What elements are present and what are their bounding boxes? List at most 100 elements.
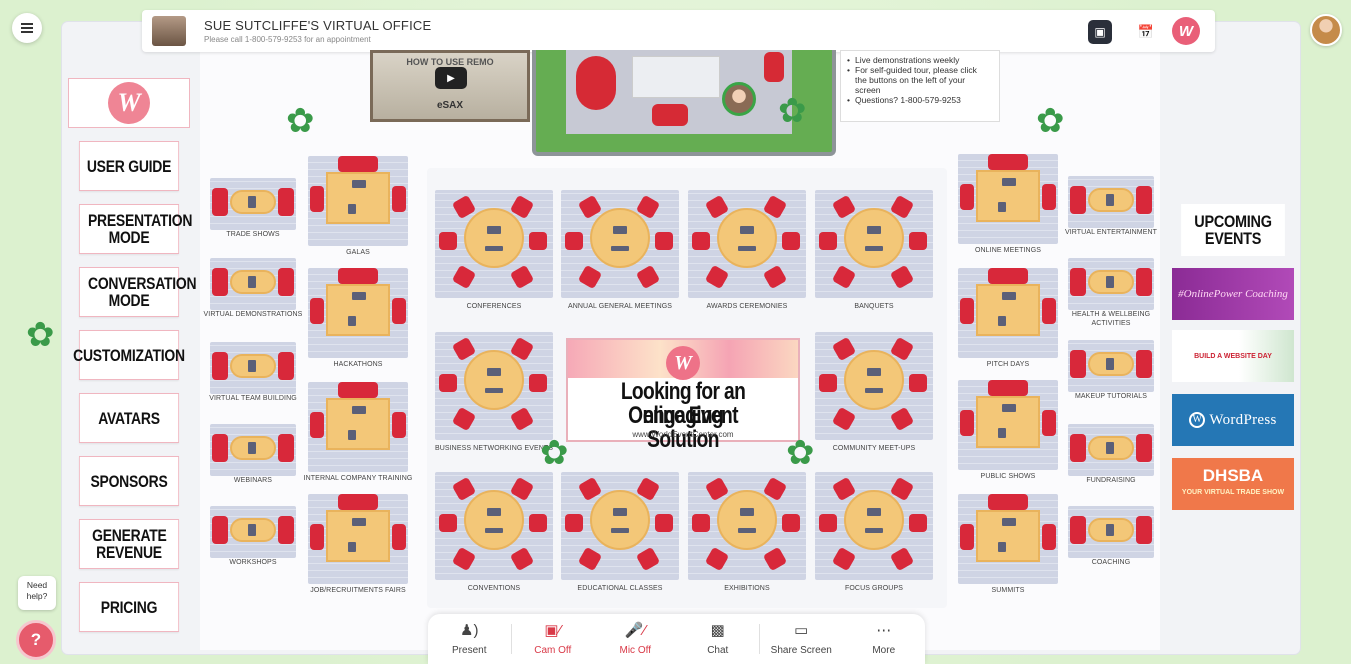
- seat: [960, 410, 974, 436]
- small-table[interactable]: TRADE SHOWS: [210, 178, 296, 238]
- nav-pricing[interactable]: PRICING: [78, 582, 180, 632]
- laptop-icon: [248, 524, 256, 536]
- nav-user-guide[interactable]: USER GUIDE: [78, 141, 180, 191]
- laptop-icon: [348, 542, 356, 552]
- table-label: AWARDS CEREMONIES: [706, 303, 788, 310]
- large-table[interactable]: JOB/RECRUITMENTS FAIRS: [308, 494, 408, 594]
- seat: [909, 374, 927, 392]
- laptop-icon: [1002, 518, 1016, 526]
- info-card: Live demonstrations weekly For self-guid…: [840, 50, 1000, 122]
- seat: [1136, 186, 1152, 214]
- cam-off-button[interactable]: ▣⁄ Cam Off: [512, 614, 595, 664]
- seat: [338, 156, 378, 172]
- large-table[interactable]: GALAS: [308, 156, 408, 256]
- plant-icon: ✿: [778, 92, 807, 130]
- sponsor-website-day[interactable]: BUILD A WEBSITE DAY: [1172, 330, 1294, 382]
- seat: [565, 514, 583, 532]
- user-avatar[interactable]: [1310, 14, 1342, 46]
- round-table[interactable]: FOCUS GROUPS: [815, 472, 933, 592]
- small-table[interactable]: COACHING: [1068, 506, 1154, 566]
- laptop-icon: [865, 388, 883, 393]
- round-table[interactable]: EDUCATIONAL CLASSES: [561, 472, 679, 592]
- seat: [212, 516, 228, 544]
- round-table[interactable]: ANNUAL GENERAL MEETINGS: [561, 190, 679, 310]
- laptop-icon: [1106, 524, 1114, 536]
- seat: [212, 188, 228, 216]
- round-table[interactable]: CONFERENCES: [435, 190, 553, 310]
- help-button[interactable]: ?: [16, 620, 56, 660]
- nav-customization[interactable]: CUSTOMIZATION: [73, 330, 185, 380]
- small-table[interactable]: VIRTUAL ENTERTAINMENT: [1065, 176, 1157, 236]
- small-table[interactable]: FUNDRAISING: [1068, 424, 1154, 484]
- present-icon: ♟): [460, 621, 479, 639]
- laptop-icon: [487, 368, 501, 376]
- seat: [988, 380, 1028, 396]
- large-table[interactable]: PUBLIC SHOWS: [958, 380, 1058, 480]
- laptop-icon: [738, 246, 756, 251]
- large-table[interactable]: ONLINE MEETINGS: [958, 154, 1058, 254]
- round-table[interactable]: BANQUETS: [815, 190, 933, 310]
- small-table[interactable]: WEBINARS: [210, 424, 296, 484]
- play-icon[interactable]: ▶: [435, 67, 467, 89]
- promo-banner[interactable]: W Looking for an engaging Online Event S…: [566, 338, 800, 452]
- mic-off-button[interactable]: 🎤⁄ Mic Off: [594, 614, 677, 664]
- nav-logo[interactable]: W: [68, 78, 190, 128]
- nav-avatars[interactable]: AVATARS: [78, 393, 180, 443]
- presenter-avatar[interactable]: [722, 82, 756, 116]
- nav-sponsors[interactable]: SPONSORS: [78, 456, 180, 506]
- table-label: ANNUAL GENERAL MEETINGS: [567, 303, 673, 310]
- round-table[interactable]: EXHIBITIONS: [688, 472, 806, 592]
- plant-icon: ✿: [286, 102, 315, 140]
- table-label: FOCUS GROUPS: [845, 585, 903, 592]
- nav-generate-revenue[interactable]: GENERATE REVENUE: [78, 519, 180, 569]
- video-thumbnail[interactable]: HOW TO USE REMO ▶ eSAX: [370, 50, 530, 122]
- small-table[interactable]: MAKEUP TUTORIALS: [1068, 340, 1154, 400]
- table-top: [844, 349, 904, 410]
- sponsor-wordpress[interactable]: W WordPress: [1172, 394, 1294, 446]
- whiteboard-icon[interactable]: ▣: [1088, 20, 1112, 44]
- seat: [819, 374, 837, 392]
- laptop-icon: [613, 508, 627, 516]
- more-button[interactable]: ⋯ More: [843, 614, 926, 664]
- small-table[interactable]: VIRTUAL DEMONSTRATIONS: [204, 258, 302, 318]
- plant-icon: ✿: [540, 434, 569, 472]
- large-table[interactable]: SUMMITS: [958, 494, 1058, 594]
- laptop-icon: [1106, 442, 1114, 454]
- share-screen-button[interactable]: ▭ Share Screen: [760, 614, 843, 664]
- large-table[interactable]: PITCH DAYS: [958, 268, 1058, 368]
- table-label: ONLINE MEETINGS: [974, 247, 1042, 254]
- laptop-icon: [738, 528, 756, 533]
- round-table[interactable]: COMMUNITY MEET-UPS: [815, 332, 933, 452]
- table-label: WEBINARS: [233, 477, 273, 484]
- chat-button[interactable]: ▩ Chat: [677, 614, 760, 664]
- office-subtitle: Please call 1-800-579-9253 for an appoin…: [204, 35, 371, 44]
- table-label: EDUCATIONAL CLASSES: [577, 585, 663, 592]
- brand-logo-icon[interactable]: W: [1172, 17, 1200, 45]
- video-title: HOW TO USE REMO: [406, 57, 494, 67]
- round-table[interactable]: CONVENTIONS: [435, 472, 553, 592]
- nav-conversation-mode[interactable]: CONVERSATION MODE: [78, 267, 197, 317]
- small-table[interactable]: HEALTH & WELLBEING ACTIVITIES: [1068, 258, 1154, 327]
- laptop-icon: [248, 276, 256, 288]
- large-table[interactable]: HACKATHONS: [308, 268, 408, 368]
- seat: [439, 374, 457, 392]
- sponsor-dhsba[interactable]: DHSBA YOUR VIRTUAL TRADE SHOW: [1172, 458, 1294, 510]
- laptop-icon: [352, 180, 366, 188]
- large-table[interactable]: INTERNAL COMPANY TRAINING: [304, 382, 412, 482]
- small-table[interactable]: VIRTUAL TEAM BUILDING: [209, 342, 297, 402]
- menu-button[interactable]: [12, 13, 42, 43]
- round-table[interactable]: AWARDS CEREMONIES: [688, 190, 806, 310]
- seat: [1042, 298, 1056, 324]
- calendar-icon[interactable]: 📅: [1134, 20, 1158, 44]
- seat: [1070, 350, 1086, 378]
- seat: [1070, 268, 1086, 296]
- table-label: GALAS: [346, 249, 370, 256]
- seat: [988, 154, 1028, 170]
- sponsor-coaching[interactable]: #OnlinePower Coaching: [1172, 268, 1294, 320]
- round-table[interactable]: BUSINESS NETWORKING EVENTS: [435, 332, 553, 452]
- small-table[interactable]: WORKSHOPS: [210, 506, 296, 566]
- office-title: SUE SUTCLIFFE'S VIRTUAL OFFICE: [204, 18, 432, 33]
- nav-presentation-mode[interactable]: PRESENTATION MODE: [78, 204, 192, 254]
- present-button[interactable]: ♟) Present: [428, 614, 511, 664]
- help-icon: ?: [30, 630, 42, 649]
